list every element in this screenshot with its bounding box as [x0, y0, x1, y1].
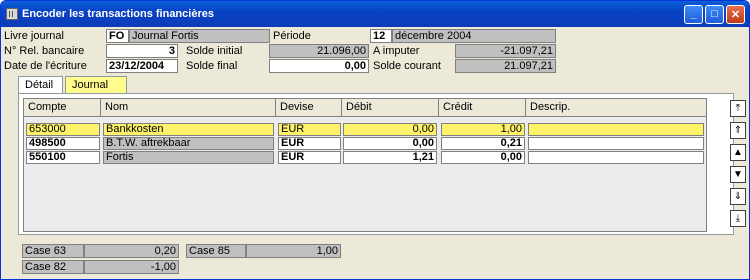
case-82-value: -1,00 [84, 260, 179, 274]
cell-devise[interactable]: EUR [278, 137, 341, 150]
col-descrip-header[interactable]: Descrip. [526, 99, 706, 117]
cell-credit[interactable]: 1,00 [441, 123, 525, 136]
up-icon[interactable]: ▲ [730, 144, 746, 161]
final-balance-field[interactable]: 0,00 [269, 59, 369, 73]
date-label: Date de l'écriture [4, 60, 87, 72]
first-icon[interactable]: ⤒ [730, 100, 746, 117]
opening-balance-field: 21.096,00 [269, 44, 369, 58]
col-credit-header[interactable]: Crédit [439, 99, 526, 117]
cell-descrip[interactable] [528, 137, 704, 150]
period-label: Période [273, 30, 311, 42]
cell-descrip[interactable] [528, 151, 704, 164]
app-icon [6, 8, 18, 20]
current-balance-label: Solde courant [373, 60, 441, 72]
opening-balance-label: Solde initial [186, 45, 243, 57]
maximize-button[interactable]: □ [705, 4, 724, 24]
date-field[interactable]: 23/12/2004 [106, 59, 178, 73]
cell-debit[interactable]: 1,21 [343, 151, 437, 164]
case-63-label: Case 63 [22, 244, 84, 258]
case-63-value: 0,20 [84, 244, 179, 258]
col-nom-header[interactable]: Nom [101, 99, 276, 117]
current-balance-field: 21.097,21 [455, 59, 556, 73]
page-up-icon[interactable]: ⇑ [730, 122, 746, 139]
final-balance-label: Solde final [186, 60, 238, 72]
cell-devise[interactable]: EUR [278, 151, 341, 164]
last-icon[interactable]: ⤓ [730, 210, 746, 227]
to-assign-label: A imputer [373, 45, 420, 57]
col-debit-header[interactable]: Débit [342, 99, 439, 117]
cell-descrip[interactable] [528, 123, 704, 136]
case-82-label: Case 82 [22, 260, 84, 274]
tab-detail[interactable]: Détail [18, 76, 63, 94]
col-devise-header[interactable]: Devise [276, 99, 342, 117]
title-bar[interactable]: Encoder les transactions financières _ □… [1, 1, 749, 27]
page-down-icon[interactable]: ⇓ [730, 188, 746, 205]
bank-rel-field[interactable]: 3 [106, 44, 178, 58]
cell-compte[interactable]: 498500 [26, 137, 100, 150]
main-window: Encoder les transactions financières _ □… [0, 0, 750, 280]
cell-debit[interactable]: 0,00 [343, 137, 437, 150]
cell-nom[interactable]: Fortis [103, 151, 274, 164]
tab-panel: Compte Nom Devise Débit Crédit Descrip. … [18, 93, 746, 235]
to-assign-field: -21.097,21 [455, 44, 556, 58]
down-icon[interactable]: ▼ [730, 166, 746, 183]
cell-credit[interactable]: 0,00 [441, 151, 525, 164]
col-compte-header[interactable]: Compte [24, 99, 101, 117]
transactions-grid: Compte Nom Devise Débit Crédit Descrip. … [23, 98, 707, 232]
journal-name-field: Journal Fortis [129, 29, 270, 43]
period-number-field[interactable]: 12 [370, 29, 392, 43]
case-85-value: 1,00 [246, 244, 341, 258]
period-name-field: décembre 2004 [392, 29, 556, 43]
case-85-label: Case 85 [186, 244, 246, 258]
cell-debit[interactable]: 0,00 [343, 123, 437, 136]
cell-compte[interactable]: 550100 [26, 151, 100, 164]
cell-credit[interactable]: 0,21 [441, 137, 525, 150]
close-button[interactable]: ✕ [726, 4, 745, 24]
tab-journal[interactable]: Journal [65, 76, 127, 94]
cell-devise[interactable]: EUR [278, 123, 341, 136]
minimize-button[interactable]: _ [684, 4, 703, 24]
journal-label: Livre journal [4, 30, 64, 42]
cell-nom[interactable]: B.T.W. aftrekbaar [103, 137, 274, 150]
cell-compte[interactable]: 653000 [26, 123, 100, 136]
window-title: Encoder les transactions financières [22, 8, 214, 20]
journal-code-field[interactable]: FO [106, 29, 129, 43]
cell-nom[interactable]: Bankkosten [103, 123, 274, 136]
bank-rel-label: N° Rel. bancaire [4, 45, 85, 57]
